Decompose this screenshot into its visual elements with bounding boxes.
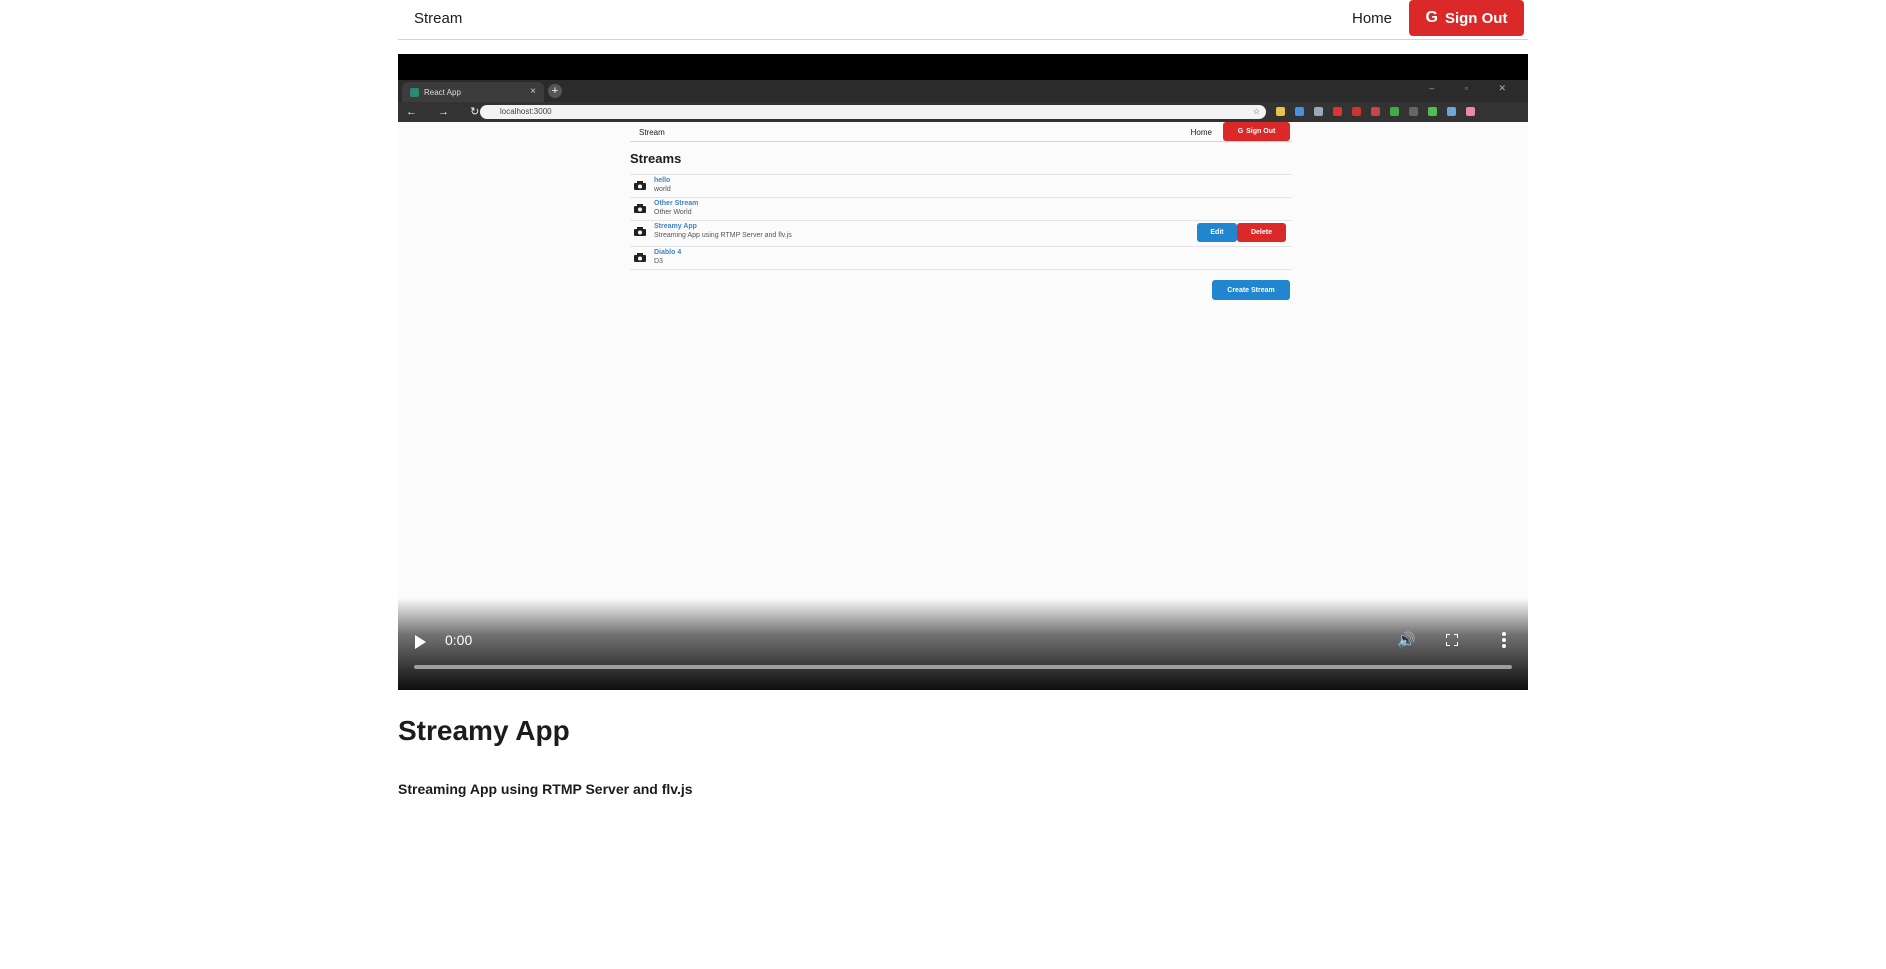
recorded-delete-button: Delete [1237, 223, 1286, 242]
recorded-sign-out-label: Sign Out [1246, 128, 1276, 135]
list-item: Diablo 4 D3 [630, 247, 1292, 270]
google-icon: G [1237, 128, 1244, 135]
extension-icon [1466, 107, 1475, 116]
stream-title-heading: Streamy App [398, 715, 570, 746]
recorded-url: localhost:3000 [500, 107, 552, 116]
extension-icons [1276, 107, 1475, 117]
extension-icon [1447, 107, 1456, 116]
recorded-create-stream-button: Create Stream [1212, 280, 1290, 300]
camera-icon [634, 253, 646, 262]
camera-icon [634, 227, 646, 236]
recorded-omnibox: localhost:3000 ☆ [480, 105, 1266, 119]
close-icon: × [530, 86, 536, 97]
star-icon: ☆ [1252, 107, 1260, 116]
video-time: 0:00 [445, 632, 473, 648]
stream-description: world [654, 186, 671, 193]
recorded-app-menu: Stream Home G Sign Out [630, 122, 1292, 142]
stream-description: Streaming App using RTMP Server and flv.… [654, 232, 792, 239]
recorded-brand: Stream [639, 128, 665, 137]
top-menu: Stream Home G Sign Out [398, 0, 1528, 40]
recorded-home: Home [1190, 128, 1212, 137]
extension-icon [1333, 107, 1342, 116]
video-letterbox-top [398, 54, 1528, 80]
list-item: hello world [630, 175, 1292, 198]
recorded-edit-button: Edit [1197, 223, 1237, 242]
stream-title: hello [654, 177, 671, 184]
camera-icon [634, 181, 646, 190]
brand-link[interactable]: Stream [414, 10, 462, 27]
video-controls: 0:00 🔊 [398, 598, 1528, 690]
stream-title: Other Stream [654, 200, 699, 207]
sign-out-label: Sign Out [1444, 9, 1508, 27]
stream-description-text: Streaming App using RTMP Server and flv.… [398, 781, 693, 797]
video-player[interactable]: React App × + – ▫ ✕ ← → ↻ ⌂ localhost:30… [398, 54, 1528, 690]
video-progress-bar[interactable] [414, 665, 1512, 669]
fullscreen-icon[interactable] [1446, 634, 1458, 646]
recorded-tab-title: React App [424, 87, 461, 97]
more-options-icon[interactable] [1502, 632, 1506, 650]
recorded-browser-addressbar: ← → ↻ ⌂ localhost:3000 ☆ [398, 102, 1528, 122]
camera-icon [634, 204, 646, 213]
stream-title: Streamy App [654, 223, 697, 230]
recorded-stream-list: hello world Other Stream Other World Str… [630, 174, 1292, 270]
stream-title: Diablo 4 [654, 249, 682, 256]
plus-icon: + [548, 84, 562, 98]
play-icon[interactable] [415, 635, 426, 649]
list-item: Other Stream Other World [630, 198, 1292, 221]
list-item: Streamy App Streaming App using RTMP Ser… [630, 221, 1292, 247]
recorded-browser-tab: React App × [402, 82, 544, 102]
extension-icon [1295, 107, 1304, 116]
extension-icon [1409, 107, 1418, 116]
extension-icon [1390, 107, 1399, 116]
extension-icon [1371, 107, 1380, 116]
recorded-sign-out-button: G Sign Out [1223, 122, 1290, 141]
volume-icon[interactable]: 🔊 [1397, 631, 1416, 649]
extension-icon [1352, 107, 1361, 116]
stream-description: D3 [654, 258, 663, 265]
extension-icon [1314, 107, 1323, 116]
stream-show-page: Stream Home G Sign Out React App × + – ▫… [0, 0, 1886, 969]
react-favicon-icon [410, 88, 419, 97]
recorded-app: Stream Home G Sign Out Streams hello wor… [630, 122, 1292, 300]
recorded-streams-title: Streams [630, 151, 682, 166]
extension-icon [1276, 107, 1285, 116]
window-controls-icon: – ▫ ✕ [1429, 83, 1520, 93]
sign-out-button[interactable]: G Sign Out [1409, 0, 1524, 36]
stream-description: Other World [654, 209, 692, 216]
google-icon: G [1425, 9, 1438, 26]
recorded-browser-tabbar: React App × + – ▫ ✕ [398, 80, 1528, 102]
extension-icon [1428, 107, 1437, 116]
home-link[interactable]: Home [1352, 10, 1392, 27]
